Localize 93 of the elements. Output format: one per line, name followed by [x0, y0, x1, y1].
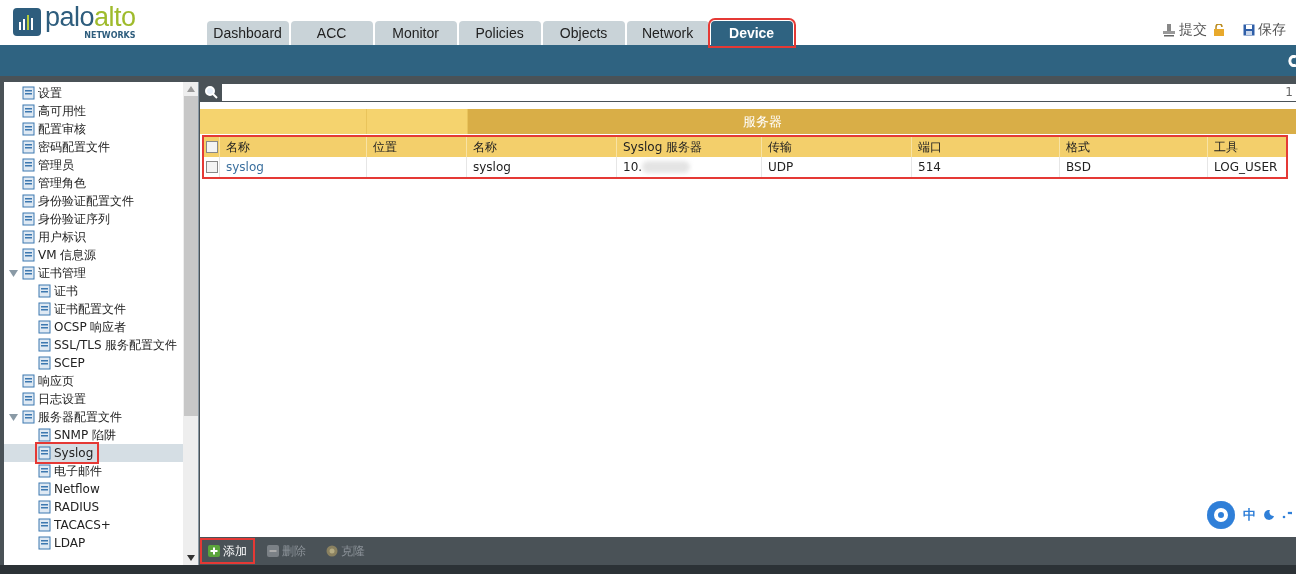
profile-link[interactable]: syslog: [226, 160, 264, 174]
lock-icon[interactable]: [1213, 24, 1225, 36]
table-cell: 514: [918, 160, 941, 174]
document-icon: [22, 410, 36, 424]
tree-item[interactable]: 响应页: [22, 373, 77, 389]
redaction-blur: [642, 161, 691, 173]
document-icon: [22, 248, 36, 262]
document-icon: [22, 122, 36, 136]
tree-item[interactable]: 高可用性: [22, 103, 89, 119]
document-icon: [22, 140, 36, 154]
nav-tab[interactable]: ACC: [290, 21, 373, 45]
document-icon: [22, 212, 36, 226]
tree-item[interactable]: 设置: [22, 85, 65, 101]
table-cell: UDP: [768, 160, 794, 174]
tree-item[interactable]: 服务器配置文件: [22, 409, 125, 425]
tree-item[interactable]: TACACS+: [38, 517, 114, 533]
logo-subtitle: NETWORKS: [84, 32, 136, 40]
nav-tab[interactable]: Objects: [542, 21, 625, 45]
tree-item[interactable]: 管理员: [22, 157, 77, 173]
document-icon: [38, 302, 52, 316]
document-icon: [38, 284, 52, 298]
tree-item[interactable]: 日志设置: [22, 391, 89, 407]
nav-tab[interactable]: Monitor: [374, 21, 457, 45]
column-group-heading: 服务器: [468, 109, 1296, 134]
document-icon: [38, 536, 52, 550]
document-icon: [38, 320, 52, 334]
document-icon: [22, 176, 36, 190]
expand-arrow-icon[interactable]: [9, 268, 18, 278]
table-cell: BSD: [1066, 160, 1091, 174]
select-all-checkbox[interactable]: [205, 141, 218, 153]
nav-tab[interactable]: Device: [710, 21, 793, 45]
refresh-icon[interactable]: [1288, 54, 1296, 67]
tree-item[interactable]: SSL/TLS 服务配置文件: [38, 337, 181, 353]
document-icon: [38, 518, 52, 532]
row-checkbox[interactable]: [205, 161, 218, 173]
document-icon: [38, 428, 52, 442]
tree-item[interactable]: 身份验证配置文件: [22, 193, 137, 209]
scroll-down-icon[interactable]: [186, 555, 195, 561]
tree-item[interactable]: RADIUS: [38, 499, 103, 515]
logo-icon: [13, 8, 41, 36]
tree-item[interactable]: LDAP: [38, 535, 89, 551]
stamp-icon: [1162, 23, 1176, 37]
save-button[interactable]: 保存: [1243, 21, 1286, 39]
document-icon: [38, 446, 52, 460]
table-cell: LOG_USER: [1214, 160, 1278, 174]
document-icon: [38, 464, 52, 478]
tree-item[interactable]: 电子邮件: [38, 463, 105, 479]
document-icon: [22, 230, 36, 244]
scroll-up-icon[interactable]: [186, 86, 195, 92]
table-cell: 10.: [623, 160, 643, 174]
moon-icon: [1264, 510, 1274, 520]
search-icon[interactable]: [204, 85, 218, 99]
logo-wordmark: paloalto: [45, 4, 136, 31]
tree-item[interactable]: 证书管理: [22, 265, 89, 281]
ime-mode: 中: [1243, 506, 1256, 524]
tree-item[interactable]: 配置审核: [22, 121, 89, 137]
expand-arrow-icon[interactable]: [9, 412, 18, 422]
ime-logo-icon: [1207, 501, 1235, 529]
minus-icon: [267, 545, 279, 557]
tree-item[interactable]: 用户标识: [22, 229, 89, 245]
tree-item[interactable]: SNMP 陷阱: [38, 427, 119, 443]
result-count: 1: [1285, 85, 1294, 99]
tree-item[interactable]: 密码配置文件: [22, 139, 113, 155]
document-icon: [38, 482, 52, 496]
tree-item[interactable]: 证书: [38, 283, 81, 299]
document-icon: [22, 392, 36, 406]
tree-item[interactable]: Netflow: [38, 481, 103, 497]
tree-item[interactable]: SCEP: [38, 355, 88, 371]
commit-button[interactable]: 提交: [1162, 21, 1207, 39]
nav-tab[interactable]: Policies: [458, 21, 541, 45]
document-icon: [38, 356, 52, 370]
punctuation-icon: [1282, 511, 1292, 519]
tree-item[interactable]: VM 信息源: [22, 247, 100, 263]
document-icon: [38, 338, 52, 352]
table-cell: syslog: [473, 160, 511, 174]
document-icon: [22, 104, 36, 118]
document-icon: [22, 158, 36, 172]
nav-tab[interactable]: Network: [626, 21, 709, 45]
clone-icon: [326, 545, 338, 557]
document-icon: [22, 86, 36, 100]
document-icon: [22, 374, 36, 388]
tree-item[interactable]: 证书配置文件: [38, 301, 129, 317]
tree-item[interactable]: 身份验证序列: [22, 211, 113, 227]
tree-item[interactable]: OCSP 响应者: [38, 319, 130, 335]
plus-icon: [208, 545, 220, 557]
document-icon: [22, 194, 36, 208]
tree-item[interactable]: 管理角色: [22, 175, 89, 191]
nav-tab[interactable]: Dashboard: [206, 21, 289, 45]
document-icon: [22, 266, 36, 280]
scrollbar[interactable]: [183, 82, 198, 565]
document-icon: [38, 500, 52, 514]
search-field[interactable]: 1: [222, 83, 1296, 101]
toolbar-button[interactable]: 添加: [202, 540, 253, 562]
